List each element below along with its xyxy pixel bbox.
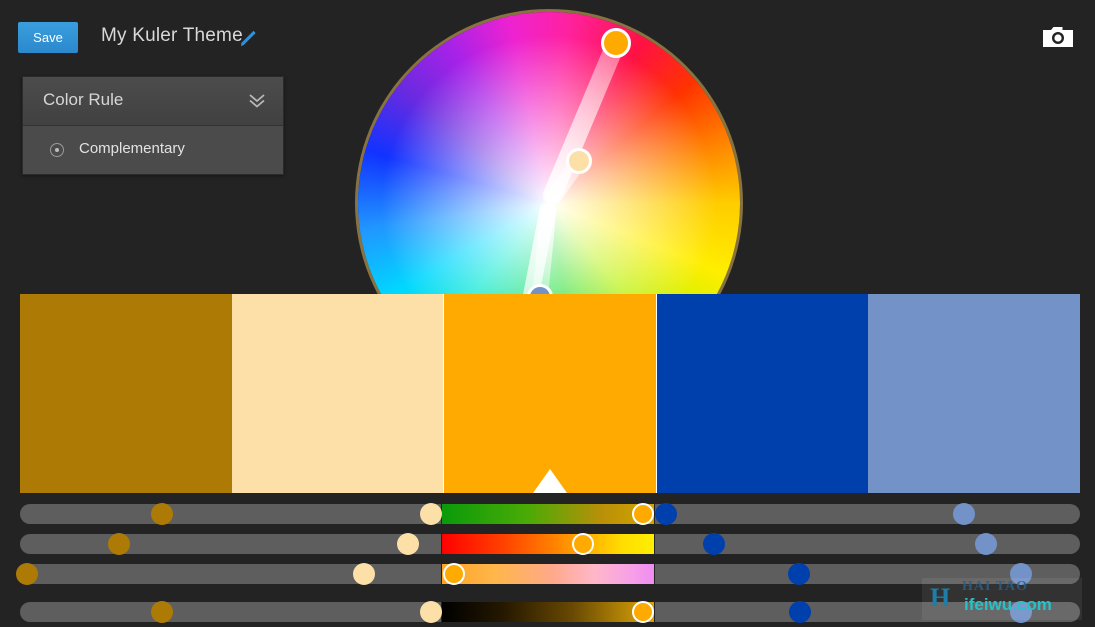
handle-s1-d[interactable] [655,503,677,525]
slider-row-1[interactable] [20,503,1080,525]
rule-option-complementary[interactable]: Complementary [23,126,283,174]
swatch-4[interactable] [656,294,869,493]
swatch-strip [20,294,1080,493]
handle-s2-c[interactable] [572,533,594,555]
radio-selected-icon [50,143,64,157]
camera-icon[interactable] [1043,25,1073,49]
slider-row-2[interactable] [20,533,1080,555]
handle-s3-a[interactable] [16,563,38,585]
handle-s4-d[interactable] [789,601,811,623]
slider-row-4-gradient-band[interactable] [442,602,654,622]
slider-row-1-gradient-band[interactable] [442,504,654,524]
pencil-icon[interactable] [237,28,259,50]
handle-1[interactable] [601,28,631,58]
handle-s3-e[interactable] [1010,563,1032,585]
swatch-5[interactable] [868,294,1080,493]
handle-s2-b[interactable] [397,533,419,555]
color-rule-header[interactable]: Color Rule [23,77,283,126]
handle-s2-a[interactable] [108,533,130,555]
slider-row-4[interactable] [20,601,1080,623]
slider-row-2-gradient-band[interactable] [442,534,654,554]
slider-row-1-track-left[interactable] [20,504,441,524]
slider-row-4-track-left[interactable] [20,602,441,622]
handle-s4-e[interactable] [1010,601,1032,623]
swatch-2[interactable] [231,294,444,493]
rule-option-label: Complementary [79,140,185,157]
swatch-1[interactable] [20,294,232,493]
selected-swatch-pointer-icon [532,469,567,493]
slider-row-3[interactable] [16,563,1080,585]
slider-grid [16,503,1080,623]
color-rule-label: Color Rule [43,90,124,109]
slider-row-3-track-left[interactable] [20,564,441,584]
handle-s2-d[interactable] [703,533,725,555]
handle-s4-a[interactable] [151,601,173,623]
handle-s1-b[interactable] [420,503,442,525]
handle-s1-a[interactable] [151,503,173,525]
handle-s3-c[interactable] [443,563,465,585]
handle-s1-c[interactable] [632,503,654,525]
handle-s4-b[interactable] [420,601,442,623]
handle-2[interactable] [566,148,592,174]
color-rule-panel: Color Rule Complementary [22,76,284,175]
theme-title: My Kuler Theme [101,25,243,46]
handle-s4-c[interactable] [632,601,654,623]
chevron-double-down-icon[interactable] [248,93,266,109]
handle-s1-e[interactable] [953,503,975,525]
handle-s3-b[interactable] [353,563,375,585]
handle-s2-e[interactable] [975,533,997,555]
slider-row-1-track-right[interactable] [655,504,1080,524]
handle-s3-d[interactable] [788,563,810,585]
slider-row-3-gradient-band[interactable] [442,564,654,584]
save-button[interactable]: Save [18,22,78,53]
swatch-3[interactable] [443,294,657,493]
slider-row-2-track-left[interactable] [20,534,441,554]
